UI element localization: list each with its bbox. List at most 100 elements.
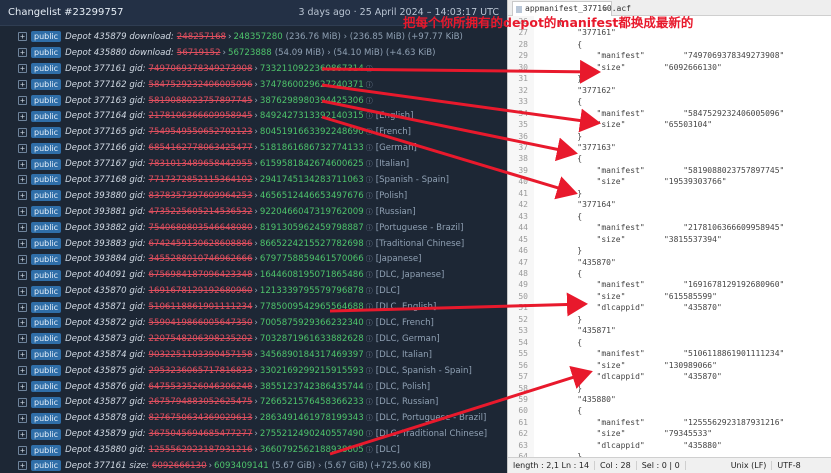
expand-icon[interactable]: +	[18, 382, 27, 392]
changelist-rows: + public Depot 435879 download: 248257168 › 2…	[0, 26, 507, 473]
row-description[interactable]: Depot 435872 gid:	[65, 318, 145, 328]
expand-icon[interactable]: +	[18, 413, 27, 423]
expand-icon[interactable]: +	[18, 32, 27, 42]
row-extra: [DLC, Russian]	[375, 397, 439, 408]
expand-icon[interactable]: +	[18, 143, 27, 153]
expand-icon[interactable]: +	[18, 111, 27, 121]
row-description[interactable]: Depot 377162 gid:	[65, 80, 145, 90]
old-value: 6742459130628608886	[148, 238, 253, 249]
code-line: 44 "manifest" "2178106366609958945"	[508, 222, 831, 234]
info-icon[interactable]: ⓘ	[366, 302, 373, 312]
status-encoding[interactable]: UTF-8	[772, 461, 805, 470]
new-value: 6093409141	[214, 460, 269, 471]
public-badge: public	[31, 349, 62, 361]
info-icon[interactable]: ⓘ	[366, 223, 373, 233]
info-icon[interactable]: ⓘ	[366, 445, 373, 455]
code-editor[interactable]: 26{27 "377161" 28 {29 "manifest" "7497069…	[508, 16, 831, 457]
row-description[interactable]: Depot 435874 gid:	[65, 350, 145, 360]
info-icon[interactable]: ⓘ	[366, 191, 373, 201]
row-description[interactable]: Depot 435879 gid:	[65, 429, 145, 439]
expand-icon[interactable]: +	[18, 270, 27, 280]
row-description[interactable]: Depot 435875 gid:	[65, 366, 145, 376]
info-icon[interactable]: ⓘ	[366, 159, 373, 169]
row-description[interactable]: Depot 435876 gid:	[65, 382, 145, 392]
expand-icon[interactable]: +	[18, 334, 27, 344]
expand-icon[interactable]: +	[18, 239, 27, 249]
info-icon[interactable]: ⓘ	[366, 254, 373, 264]
row-description[interactable]: Depot 435880 download:	[65, 48, 174, 58]
info-icon[interactable]: ⓘ	[366, 207, 373, 217]
expand-icon[interactable]: +	[18, 207, 27, 217]
row-description[interactable]: Depot 435871 gid:	[65, 302, 145, 312]
row-description[interactable]: Depot 377167 gid:	[65, 159, 145, 169]
changelist-row: + public Depot 393884 gid: 3455288010746962…	[0, 251, 507, 267]
expand-icon[interactable]: +	[18, 175, 27, 185]
row-description[interactable]: Depot 377161 gid:	[65, 64, 145, 74]
row-description[interactable]: Depot 393883 gid:	[65, 239, 145, 249]
row-description[interactable]: Depot 435879 download:	[65, 32, 174, 42]
row-description[interactable]: Depot 377168 gid:	[65, 175, 145, 185]
row-description[interactable]: Depot 435870 gid:	[65, 286, 145, 296]
row-extra: [DLC, Portuguese - Brazil]	[375, 413, 487, 424]
expand-icon[interactable]: +	[18, 286, 27, 296]
row-description[interactable]: Depot 393882 gid:	[65, 223, 145, 233]
row-description[interactable]: Depot 435878 gid:	[65, 413, 145, 423]
expand-icon[interactable]: +	[18, 397, 27, 407]
line-number: 51	[508, 302, 534, 314]
expand-icon[interactable]: +	[18, 350, 27, 360]
row-description[interactable]: Depot 435877 gid:	[65, 397, 145, 407]
row-description[interactable]: Depot 377166 gid:	[65, 143, 145, 153]
row-description[interactable]: Depot 393881 gid:	[65, 207, 145, 217]
expand-icon[interactable]: +	[18, 254, 27, 264]
row-description[interactable]: Depot 404091 gid:	[65, 270, 145, 280]
expand-icon[interactable]: +	[18, 223, 27, 233]
info-icon[interactable]: ⓘ	[366, 382, 373, 392]
info-icon[interactable]: ⓘ	[366, 64, 373, 74]
info-icon[interactable]: ⓘ	[366, 127, 373, 137]
row-description[interactable]: Depot 377165 gid:	[65, 127, 145, 137]
row-description[interactable]: Depot 377164 gid:	[65, 111, 145, 121]
expand-icon[interactable]: +	[18, 366, 27, 376]
expand-icon[interactable]: +	[18, 429, 27, 439]
expand-icon[interactable]: +	[18, 80, 27, 90]
info-icon[interactable]: ⓘ	[366, 111, 373, 121]
info-icon[interactable]: ⓘ	[366, 397, 373, 407]
row-description[interactable]: Depot 377163 gid:	[65, 96, 145, 106]
expand-icon[interactable]: +	[18, 159, 27, 169]
changelist-row: + public Depot 435880 download: 56719152 › 56…	[0, 45, 507, 61]
info-icon[interactable]: ⓘ	[366, 239, 373, 249]
expand-icon[interactable]: +	[18, 64, 27, 74]
row-description[interactable]: Depot 435873 gid:	[65, 334, 145, 344]
expand-icon[interactable]: +	[18, 127, 27, 137]
expand-icon[interactable]: +	[18, 445, 27, 455]
expand-icon[interactable]: +	[18, 191, 27, 201]
expand-icon[interactable]: +	[18, 318, 27, 328]
row-description[interactable]: Depot 393880 gid:	[65, 191, 145, 201]
row-description[interactable]: Depot 377161 size:	[65, 461, 149, 471]
code-line: 41 }	[508, 187, 831, 200]
info-icon[interactable]: ⓘ	[366, 318, 373, 328]
info-icon[interactable]: ⓘ	[366, 350, 373, 360]
code-line: 53 "435871"	[508, 325, 831, 337]
public-badge: public	[31, 158, 62, 170]
changelist-title[interactable]: Changelist #23299757	[8, 7, 123, 18]
info-icon[interactable]: ⓘ	[366, 175, 373, 185]
changelist-row: + public Depot 377167 gid: 7831013489658442…	[0, 156, 507, 172]
info-icon[interactable]: ⓘ	[366, 429, 373, 439]
row-description[interactable]: Depot 435880 gid:	[65, 445, 145, 455]
info-icon[interactable]: ⓘ	[366, 366, 373, 376]
expand-icon[interactable]: +	[18, 96, 27, 105]
expand-icon[interactable]: +	[18, 461, 27, 471]
expand-icon[interactable]: +	[18, 302, 27, 312]
public-badge: public	[31, 95, 62, 106]
info-icon[interactable]: ⓘ	[366, 334, 373, 344]
info-icon[interactable]: ⓘ	[366, 80, 373, 90]
info-icon[interactable]: ⓘ	[366, 143, 373, 153]
row-description[interactable]: Depot 393884 gid:	[65, 254, 145, 264]
status-eol[interactable]: Unix (LF)	[726, 461, 773, 470]
info-icon[interactable]: ⓘ	[366, 286, 373, 296]
info-icon[interactable]: ⓘ	[366, 270, 373, 280]
info-icon[interactable]: ⓘ	[366, 413, 373, 423]
expand-icon[interactable]: +	[18, 48, 27, 58]
info-icon[interactable]: ⓘ	[366, 96, 373, 106]
